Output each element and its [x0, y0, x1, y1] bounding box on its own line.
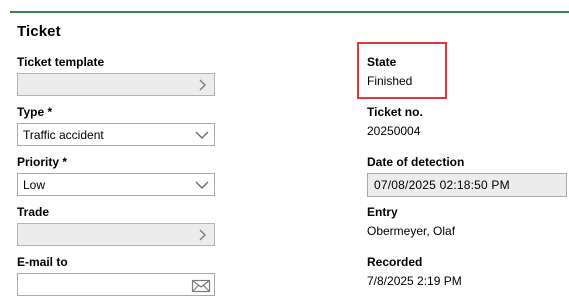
priority-value: Low — [23, 178, 46, 192]
recorded-value: 7/8/2025 2:19 PM — [367, 274, 462, 288]
date-of-detection-field[interactable]: 07/08/2025 02:18:50 PM — [367, 173, 567, 197]
ticket-template-label: Ticket template — [17, 55, 105, 69]
ticket-no-value: 20250004 — [367, 124, 421, 138]
section-title: Ticket — [17, 23, 61, 40]
chevron-down-icon[interactable] — [194, 127, 210, 143]
recorded-label: Recorded — [367, 255, 423, 269]
envelope-icon[interactable] — [191, 278, 211, 294]
type-value: Traffic accident — [23, 128, 104, 142]
date-of-detection-label: Date of detection — [367, 155, 465, 169]
priority-label: Priority * — [17, 155, 68, 169]
entry-label: Entry — [367, 205, 398, 219]
date-of-detection-value: 07/08/2025 02:18:50 PM — [374, 178, 510, 192]
ticket-no-label: Ticket no. — [367, 105, 423, 119]
ticket-template-field[interactable] — [17, 73, 215, 96]
entry-value: Obermeyer, Olaf — [367, 224, 456, 238]
email-to-field[interactable] — [17, 273, 215, 296]
priority-select[interactable]: Low — [17, 173, 215, 196]
type-label: Type * — [17, 105, 53, 119]
chevron-right-icon[interactable] — [194, 77, 210, 93]
state-highlight-box — [357, 42, 447, 99]
chevron-down-icon[interactable] — [194, 177, 210, 193]
section-divider — [10, 11, 569, 13]
chevron-right-icon[interactable] — [194, 227, 210, 243]
trade-label: Trade — [17, 205, 50, 219]
type-select[interactable]: Traffic accident — [17, 123, 215, 146]
trade-field[interactable] — [17, 223, 215, 246]
email-to-label: E-mail to — [17, 255, 68, 269]
